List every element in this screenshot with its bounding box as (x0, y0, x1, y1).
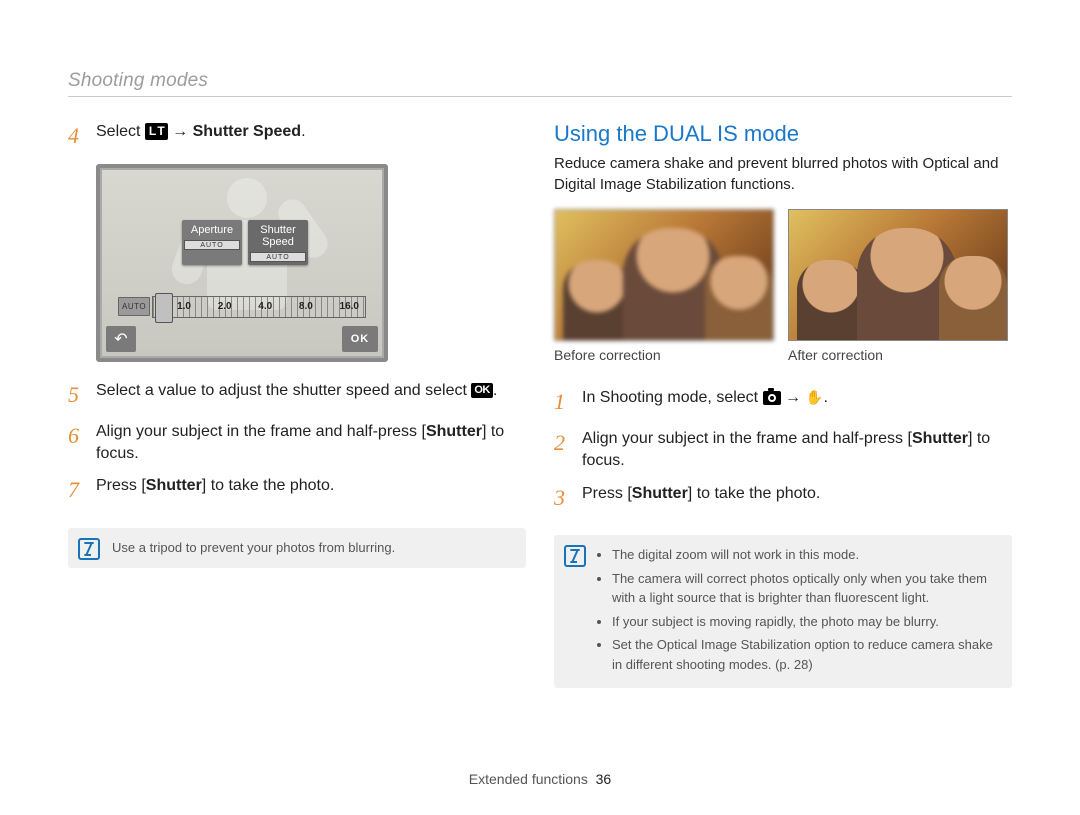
aperture-box: Aperture AUTO (182, 220, 242, 265)
step-number: 5 (68, 380, 96, 411)
shutter-key: Shutter (426, 423, 482, 440)
text: Select (96, 123, 145, 140)
auto-chip: AUTO (118, 297, 150, 316)
shutter-key: Shutter (146, 477, 202, 494)
photo-captions: Before correction After correction (554, 347, 1012, 363)
caption-before: Before correction (554, 347, 774, 363)
tick: 16.0 (340, 301, 359, 312)
text: Align your subject in the frame and half… (96, 423, 426, 440)
step-body: In Shooting mode, select → . (582, 387, 828, 418)
scale-ticks: 1.0 2.0 4.0 8.0 16.0 (177, 301, 359, 312)
step-body: Press [Shutter] to take the photo. (96, 475, 334, 506)
photo-after (788, 209, 1008, 341)
text: Press [ (582, 485, 632, 502)
dual-is-heading: Using the DUAL IS mode (554, 121, 1012, 147)
step-number: 3 (554, 483, 582, 514)
note-icon (78, 538, 100, 560)
step-7: 7 Press [Shutter] to take the photo. (68, 475, 526, 506)
scale-knob (155, 293, 173, 323)
note-item: If your subject is moving rapidly, the p… (612, 612, 1000, 632)
auto-badge: AUTO (184, 240, 240, 250)
left-column: 4 Select L T → Shutter Speed. Aperture A… (68, 121, 526, 688)
photo-before (554, 209, 774, 341)
lt-icon: L T (145, 123, 168, 140)
text: . (823, 389, 827, 406)
tick: 2.0 (218, 301, 232, 312)
step-body: Align your subject in the frame and half… (582, 428, 1012, 473)
step-number: 6 (68, 421, 96, 466)
note-list: The digital zoom will not work in this m… (598, 545, 1000, 674)
text: Align your subject in the frame and half… (582, 430, 912, 447)
step-5: 5 Select a value to adjust the shutter s… (68, 380, 526, 411)
step-3: 3 Press [Shutter] to take the photo. (554, 483, 1012, 514)
note-text: Use a tripod to prevent your photos from… (112, 540, 395, 555)
page-number: 36 (596, 771, 612, 787)
shutter-scale: AUTO 1.0 2.0 4.0 8.0 16.0 (118, 294, 366, 320)
setting-panel: Aperture AUTO Shutter Speed AUTO (182, 220, 308, 265)
text: . (301, 123, 305, 140)
back-button: ↶ (106, 326, 136, 352)
footer-label: Extended functions (469, 771, 588, 787)
photo-comparison (554, 209, 1012, 341)
text: ] to take the photo. (688, 485, 821, 502)
step-6: 6 Align your subject in the frame and ha… (68, 421, 526, 466)
arrow-icon: → (781, 389, 806, 406)
text: ] to take the photo. (202, 477, 335, 494)
manual-page: Shooting modes 4 Select L T → Shutter Sp… (0, 0, 1080, 815)
lcd-screen: Aperture AUTO Shutter Speed AUTO AUTO (100, 168, 384, 358)
note-box: Use a tripod to prevent your photos from… (68, 528, 526, 568)
tick: 1.0 (177, 301, 191, 312)
text: Press [ (96, 477, 146, 494)
step-number: 4 (68, 121, 96, 152)
note-item: The camera will correct photos optically… (612, 569, 1000, 608)
note-item: Set the Optical Image Stabilization opti… (612, 635, 1000, 674)
text: . (493, 382, 497, 399)
tick: 8.0 (299, 301, 313, 312)
tick: 4.0 (258, 301, 272, 312)
shutter-label-1: Shutter (260, 224, 295, 236)
camera-icon (763, 391, 781, 405)
step-number: 1 (554, 387, 582, 418)
caption-after: After correction (788, 347, 1008, 363)
note-item: The digital zoom will not work in this m… (612, 545, 1000, 565)
shutter-speed-label: Shutter Speed (193, 123, 301, 140)
shutter-speed-box: Shutter Speed AUTO (248, 220, 308, 265)
ok-button: OK (342, 326, 378, 352)
two-column-layout: 4 Select L T → Shutter Speed. Aperture A… (68, 121, 1012, 688)
ok-icon: OK (471, 383, 493, 398)
step-1: 1 In Shooting mode, select → . (554, 387, 1012, 418)
step-body: Align your subject in the frame and half… (96, 421, 526, 466)
step-body: Press [Shutter] to take the photo. (582, 483, 820, 514)
scale-ruler: 1.0 2.0 4.0 8.0 16.0 (152, 296, 366, 318)
dual-is-icon (805, 390, 823, 406)
right-column: Using the DUAL IS mode Reduce camera sha… (554, 121, 1012, 688)
arrow-icon: → (172, 123, 192, 140)
intro-text: Reduce camera shake and prevent blurred … (554, 153, 1012, 195)
step-number: 2 (554, 428, 582, 473)
page-footer: Extended functions 36 (0, 771, 1080, 787)
note-icon (564, 545, 586, 567)
step-4: 4 Select L T → Shutter Speed. (68, 121, 526, 152)
step-number: 7 (68, 475, 96, 506)
note-box: The digital zoom will not work in this m… (554, 535, 1012, 688)
shutter-key: Shutter (632, 485, 688, 502)
auto-badge: AUTO (250, 252, 306, 262)
section-header: Shooting modes (68, 70, 1012, 97)
lcd-screenshot: Aperture AUTO Shutter Speed AUTO AUTO (96, 164, 388, 362)
step-body: Select a value to adjust the shutter spe… (96, 380, 497, 411)
step-2: 2 Align your subject in the frame and ha… (554, 428, 1012, 473)
shutter-label-2: Speed (262, 236, 294, 248)
text: Select a value to adjust the shutter spe… (96, 382, 471, 399)
step-body: Select L T → Shutter Speed. (96, 121, 306, 152)
aperture-label: Aperture (191, 224, 233, 236)
shutter-key: Shutter (912, 430, 968, 447)
text: In Shooting mode, select (582, 389, 763, 406)
